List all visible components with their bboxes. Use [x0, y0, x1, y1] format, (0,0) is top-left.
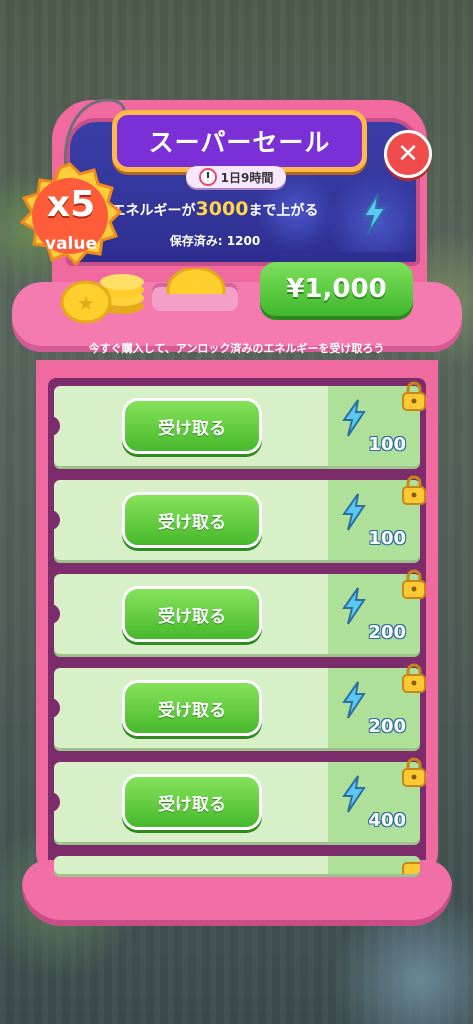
claim-button[interactable]: 受け取る: [122, 680, 262, 736]
reward-row: 受け取る 200: [48, 663, 426, 748]
energy-suffix: まで上がる: [248, 203, 319, 219]
claim-button[interactable]: 受け取る: [122, 398, 262, 454]
energy-bolt-icon: [342, 399, 366, 437]
row-notch: [48, 510, 60, 530]
coin-pile-icon: ★: [60, 274, 144, 324]
lock-icon: [402, 381, 426, 411]
energy-bolt-icon: [342, 587, 366, 625]
sale-title: スーパーセール: [112, 110, 367, 172]
reward-row: 受け取る 100: [48, 475, 426, 560]
reward-amount: 200: [368, 622, 406, 643]
row-notch: [48, 604, 60, 624]
timer-badge: 1日9時間: [186, 166, 286, 188]
reward-amount: 400: [368, 810, 406, 831]
sale-title-text: スーパーセール: [148, 128, 331, 157]
lock-icon: [402, 663, 426, 693]
lock-icon: [402, 757, 426, 787]
badge-multiplier: x5: [46, 184, 96, 225]
energy-amount: 3000: [195, 198, 249, 220]
coin-in-slot-icon: [164, 268, 228, 304]
badge-label: value: [44, 234, 97, 254]
claim-button-label: 受け取る: [158, 606, 226, 627]
svg-text:★: ★: [77, 291, 95, 315]
energy-bolt-icon: [342, 493, 366, 531]
lock-icon: [402, 569, 426, 599]
row-notch: [48, 698, 60, 718]
reward-row: 受け取る 100: [48, 381, 426, 466]
reward-amount: 100: [368, 528, 406, 549]
claim-button[interactable]: 受け取る: [122, 492, 262, 548]
claim-button-label: 受け取る: [158, 418, 226, 439]
energy-bolt-icon: [362, 193, 387, 235]
claim-button-label: 受け取る: [158, 512, 226, 533]
buy-button[interactable]: ¥1,000: [260, 262, 413, 316]
lock-icon: [402, 475, 426, 505]
reward-row: 受け取る 400: [48, 757, 426, 842]
row-notch: [48, 792, 60, 812]
reward-amount: 100: [368, 434, 406, 455]
instruction-text: 今すぐ購入して、アンロック済みのエネルギーを受け取ろう: [88, 342, 385, 355]
reward-row: 受け取る 200: [48, 569, 426, 654]
energy-bolt-icon: [342, 681, 366, 719]
claim-button[interactable]: 受け取る: [122, 586, 262, 642]
reward-row-partial: [54, 856, 420, 874]
energy-bolt-icon: [342, 775, 366, 813]
buy-button-price: ¥1,000: [286, 274, 387, 304]
close-button[interactable]: ✕: [384, 130, 432, 178]
timer-text: 1日9時間: [220, 170, 274, 185]
claim-button-label: 受け取る: [158, 700, 226, 721]
reward-amount: 200: [368, 716, 406, 737]
claim-button[interactable]: 受け取る: [122, 774, 262, 830]
row-notch: [48, 416, 60, 436]
lock-icon: [402, 862, 420, 874]
claim-button-label: 受け取る: [158, 794, 226, 815]
clock-icon: [198, 168, 217, 186]
